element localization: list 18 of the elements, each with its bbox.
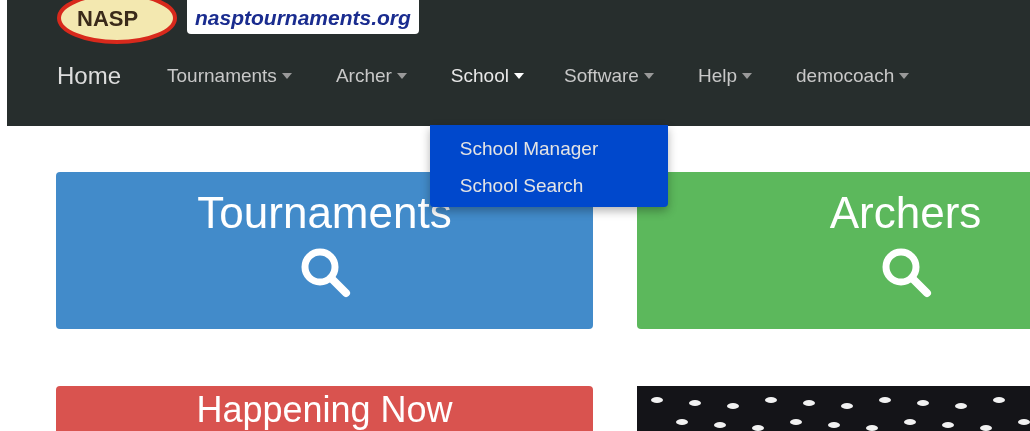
tile-title: Happening Now xyxy=(196,392,453,428)
home-link[interactable]: Home xyxy=(57,62,122,90)
nav-menu-item[interactable]: Software xyxy=(563,65,654,87)
caret-icon xyxy=(281,73,292,79)
caret-icon xyxy=(396,73,407,79)
nav-menu-item[interactable]: democoach xyxy=(796,65,910,87)
dropdown-item[interactable]: School Manager xyxy=(429,139,668,158)
site-name[interactable]: nasptournaments.org xyxy=(187,0,419,34)
caret-icon xyxy=(742,73,752,79)
nav-menu-item[interactable]: Archer xyxy=(335,65,407,87)
caret-icon xyxy=(899,73,910,79)
tile-title: Archers xyxy=(829,190,982,237)
nav-menu-item[interactable]: Tournaments xyxy=(167,65,292,87)
news-tile[interactable]: Happening Now xyxy=(56,386,593,431)
caret-icon xyxy=(643,73,654,79)
caret-icon xyxy=(513,73,524,79)
nav-menu-item[interactable]: Help xyxy=(697,65,752,87)
nav-menu-item[interactable]: School xyxy=(450,65,524,87)
